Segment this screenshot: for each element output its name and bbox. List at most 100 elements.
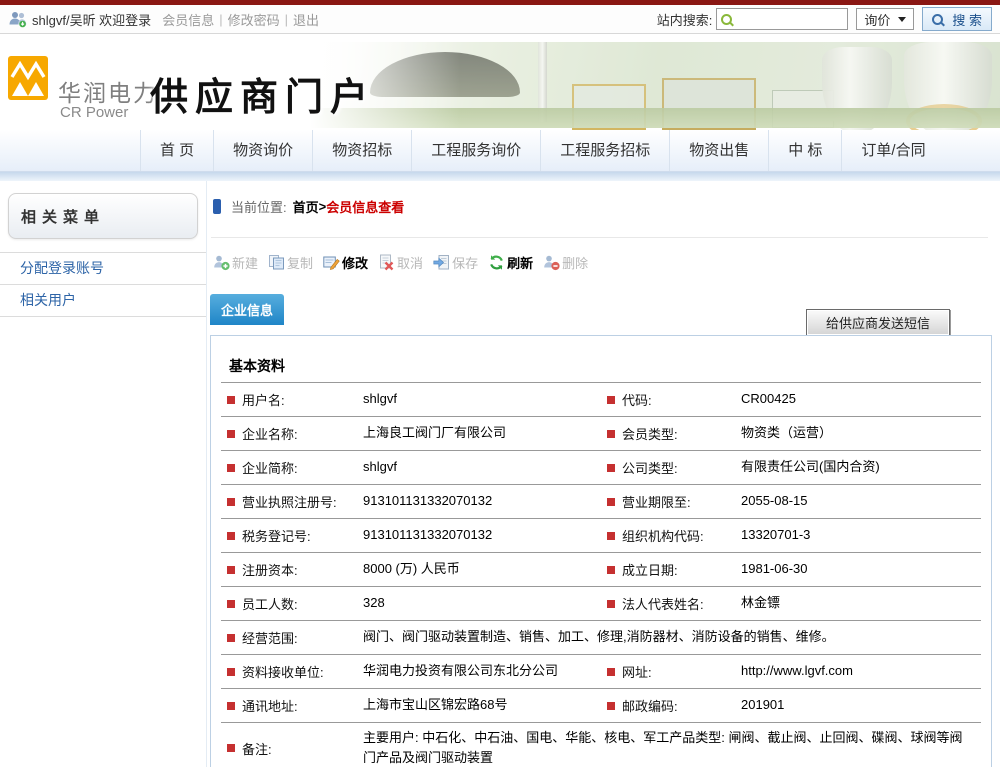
field-value: 林金镖	[741, 593, 981, 613]
copy-button[interactable]: 复制	[268, 253, 313, 272]
nav-item-5[interactable]: 工程服务招标	[540, 130, 669, 171]
search-category-value: 询价	[864, 10, 890, 29]
nav-item-6[interactable]: 物资出售	[669, 130, 768, 171]
field-label-text: 通讯地址:	[242, 696, 298, 715]
field-label-text: 邮政编码:	[622, 696, 678, 715]
supplier-portal-page: shlgvf/吴昕 欢迎登录 会员信息|修改密码|退出 站内搜索: 询价 搜 索	[0, 0, 1000, 767]
breadcrumb-divider	[211, 237, 988, 238]
save-icon	[433, 254, 450, 271]
field-label: 代码:	[601, 390, 741, 409]
nav-item-2[interactable]: 物资询价	[213, 130, 312, 171]
table-row: 通讯地址:上海市宝山区锦宏路68号邮政编码:201901	[221, 689, 981, 723]
field-value: 201901	[741, 695, 981, 715]
sidebar-item-1[interactable]: 分配登录账号	[0, 252, 206, 285]
field-label: 网址:	[601, 662, 741, 681]
link-separator: |	[219, 12, 222, 27]
red-bullet-icon	[227, 702, 235, 710]
field-label-text: 经营范围:	[242, 628, 298, 647]
search-button[interactable]: 搜 索	[922, 7, 992, 31]
modify-button[interactable]: 修改	[323, 253, 368, 272]
delete-button-label: 删除	[562, 253, 588, 272]
red-bullet-icon	[607, 600, 615, 608]
field-label-text: 成立日期:	[622, 560, 678, 579]
nav-item-1[interactable]: 首 页	[140, 130, 213, 171]
field-value: shlgvf	[363, 389, 601, 409]
brand-name-en: CR Power	[60, 104, 128, 121]
red-bullet-icon	[227, 668, 235, 676]
field-label: 成立日期:	[601, 560, 741, 579]
red-bullet-icon	[227, 566, 235, 574]
breadcrumb-current: 会员信息查看	[326, 197, 404, 216]
nav-item-3[interactable]: 物资招标	[312, 130, 411, 171]
field-value: 阀门、阀门驱动装置制造、销售、加工、修理,消防器材、消防设备的销售、维修。	[363, 622, 981, 652]
refresh-button[interactable]: 刷新	[488, 253, 533, 272]
new-button[interactable]: 新建	[213, 253, 258, 272]
table-row: 员工人数:328法人代表姓名:林金镖	[221, 587, 981, 621]
search-category-select[interactable]: 询价	[856, 8, 914, 30]
field-label-text: 代码:	[622, 390, 652, 409]
field-label-text: 税务登记号:	[242, 526, 311, 545]
user-delete-icon	[543, 254, 560, 271]
field-label: 公司类型:	[601, 458, 741, 477]
red-bullet-icon	[227, 430, 235, 438]
refresh-icon	[488, 254, 505, 271]
field-label: 员工人数:	[221, 594, 363, 613]
brand-name-cn: 华润电力	[58, 74, 158, 108]
field-value: 8000 (万) 人民币	[363, 559, 601, 579]
breadcrumb-prefix: 当前位置:	[231, 197, 287, 216]
table-row: 经营范围: 阀门、阀门驱动装置制造、销售、加工、修理,消防器材、消防设备的销售、维…	[221, 621, 981, 655]
field-label: 税务登记号:	[221, 526, 363, 545]
red-bullet-icon	[607, 498, 615, 506]
site-search-input[interactable]	[736, 11, 843, 27]
user-link-1[interactable]: 会员信息	[162, 10, 214, 29]
nav-item-7[interactable]: 中 标	[768, 130, 841, 171]
field-value: 913101131332070132	[363, 491, 601, 511]
breadcrumb-home-link[interactable]: 首页	[293, 197, 319, 216]
red-bullet-icon	[607, 668, 615, 676]
table-row: 用户名:shlgvf代码:CR00425	[221, 382, 981, 417]
nav-item-8[interactable]: 订单/合同	[841, 130, 944, 171]
copy-button-label: 复制	[287, 253, 313, 272]
sidebar-menu: 分配登录账号相关用户	[0, 252, 206, 317]
nav-bottom-strip	[0, 172, 1000, 181]
cr-power-logo-icon	[8, 56, 48, 100]
nav-item-4[interactable]: 工程服务询价	[411, 130, 540, 171]
user-bar: shlgvf/吴昕 欢迎登录 会员信息|修改密码|退出 站内搜索: 询价 搜 索	[0, 5, 1000, 34]
user-link-3[interactable]: 退出	[293, 10, 319, 29]
table-row: 资料接收单位:华润电力投资有限公司东北分公司网址:http://www.lgvf…	[221, 655, 981, 689]
field-label: 会员类型:	[601, 424, 741, 443]
red-bullet-icon	[607, 396, 615, 404]
sidebar-item-2[interactable]: 相关用户	[0, 285, 206, 317]
red-bullet-icon	[607, 702, 615, 710]
table-row: 企业名称:上海良工阀门厂有限公司会员类型:物资类（运营）	[221, 417, 981, 451]
chevron-down-icon	[898, 17, 906, 22]
red-bullet-icon	[607, 430, 615, 438]
red-bullet-icon	[227, 634, 235, 642]
user-add-icon	[213, 254, 230, 271]
field-label: 通讯地址:	[221, 696, 363, 715]
field-value: http://www.lgvf.com	[741, 661, 981, 681]
power-plant-photo	[310, 42, 1000, 128]
refresh-button-label: 刷新	[507, 253, 533, 272]
cancel-button[interactable]: 取消	[378, 253, 423, 272]
field-label-text: 会员类型:	[622, 424, 678, 443]
table-row: 企业简称:shlgvf公司类型:有限责任公司(国内合资)	[221, 451, 981, 485]
cancel-button-label: 取消	[397, 253, 423, 272]
field-value: 主要用户: 中石化、中石油、国电、华能、核电、军工产品类型: 闸阀、截止阀、止回…	[363, 723, 981, 767]
field-label: 备注:	[221, 739, 363, 758]
field-label-text: 企业简称:	[242, 458, 298, 477]
delete-button[interactable]: 删除	[543, 253, 588, 272]
field-label: 用户名:	[221, 390, 363, 409]
field-value: 有限责任公司(国内合资)	[741, 457, 981, 477]
tab-company-info[interactable]: 企业信息	[210, 294, 284, 325]
field-label-text: 网址:	[622, 662, 652, 681]
users-icon	[8, 11, 28, 28]
user-link-2[interactable]: 修改密码	[228, 10, 280, 29]
save-button[interactable]: 保存	[433, 253, 478, 272]
record-toolbar: 新建 复制 修改	[213, 253, 588, 272]
table-row: 备注:主要用户: 中石化、中石油、国电、华能、核电、军工产品类型: 闸阀、截止阀…	[221, 723, 981, 767]
field-label: 法人代表姓名:	[601, 594, 741, 613]
send-sms-button[interactable]: 给供应商发送短信	[806, 309, 950, 336]
site-search-box[interactable]	[716, 8, 848, 30]
modify-button-label: 修改	[342, 253, 368, 272]
